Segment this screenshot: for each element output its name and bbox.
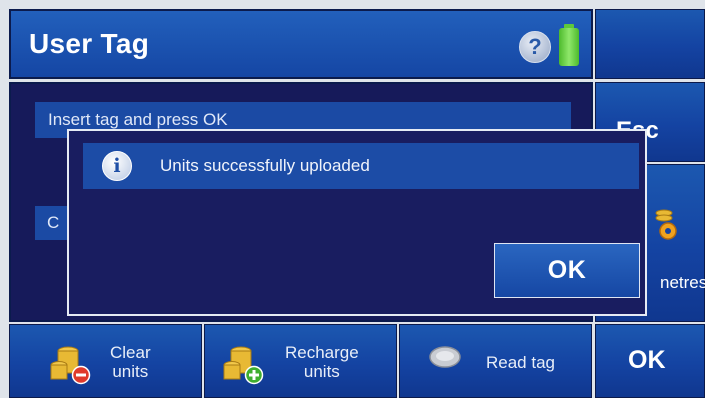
tag-icon	[429, 346, 461, 368]
battery-icon	[559, 24, 579, 66]
clear-units-label: Clear units	[110, 343, 151, 381]
clear-label-line2: units	[112, 362, 149, 381]
read-tag-button[interactable]: Read tag	[399, 324, 592, 398]
help-icon[interactable]: ?	[519, 31, 551, 63]
gear-coins-icon	[655, 209, 677, 240]
dialog-message-bar: i Units successfully uploaded	[83, 143, 639, 189]
parameters-label: netres	[660, 273, 705, 292]
clear-label-line1: Clear	[110, 343, 151, 362]
info-icon: i	[102, 151, 132, 181]
recharge-units-label: Recharge units	[285, 343, 359, 381]
message-dialog: i Units successfully uploaded OK	[67, 129, 647, 316]
coins-add-icon	[223, 346, 264, 385]
ok-button[interactable]: OK	[595, 324, 705, 398]
dialog-message: Units successfully uploaded	[160, 156, 370, 175]
recharge-label-line1: Recharge	[285, 343, 359, 362]
second-field: C	[35, 206, 71, 240]
top-right-button[interactable]	[595, 9, 705, 79]
read-tag-label: Read tag	[486, 353, 555, 372]
recharge-label-line2: units	[303, 362, 340, 381]
recharge-units-button[interactable]: Recharge units	[204, 324, 397, 398]
dialog-ok-button[interactable]: OK	[494, 243, 640, 298]
coins-remove-icon	[50, 346, 91, 385]
ok-label: OK	[628, 346, 666, 374]
clear-units-button[interactable]: Clear units	[9, 324, 202, 398]
battery-body	[559, 28, 579, 66]
page-title: User Tag	[29, 28, 150, 59]
title-bar: User Tag ?	[9, 9, 593, 79]
